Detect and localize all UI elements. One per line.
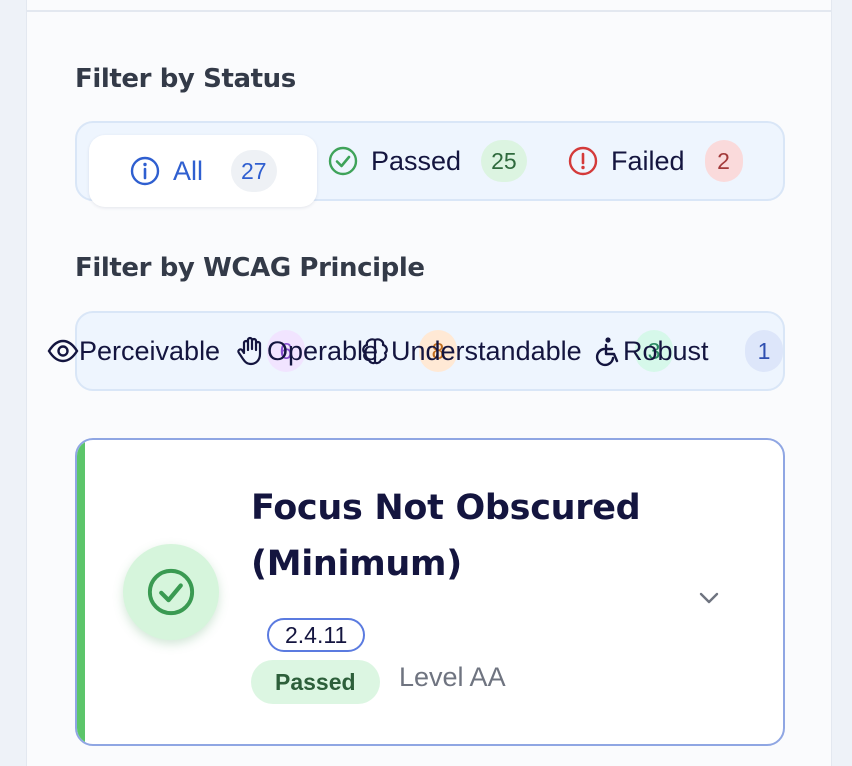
- wcag-filter-perceivable[interactable]: Perceivable: [47, 313, 220, 389]
- card-title: Focus Not Obscured (Minimum): [251, 488, 641, 584]
- wcag-filter-label: Robust: [623, 335, 709, 366]
- accessibility-icon: [591, 335, 623, 367]
- conformance-level: Level AA: [399, 662, 506, 692]
- status-accent-bar: [77, 440, 85, 744]
- status-count-badge: 25: [481, 140, 527, 182]
- check-circle-icon: [327, 145, 359, 177]
- status-count-badge: 27: [231, 150, 277, 192]
- brain-icon: [359, 335, 391, 367]
- info-circle-icon: [129, 155, 161, 187]
- passed-status-indicator: [123, 544, 219, 640]
- status-filter-all[interactable]: All 27: [89, 135, 317, 207]
- wcag-filter-group: 6 8 3 1 Perceivable Operable Understanda…: [47, 311, 785, 391]
- status-filter-label: All: [173, 155, 204, 186]
- wcag-filter-operable[interactable]: Operable: [235, 313, 378, 389]
- status-count-badge: 2: [704, 140, 743, 182]
- check-circle-icon: [145, 566, 197, 618]
- alert-circle-icon: [567, 145, 599, 177]
- wcag-filter-robust[interactable]: Robust: [591, 313, 709, 389]
- status-filter-failed[interactable]: Failed 2: [567, 125, 743, 197]
- status-filter-group: All 27 Passed 25 Failed 2: [75, 121, 785, 207]
- chevron-down-icon[interactable]: [695, 584, 723, 612]
- status-badge: Passed: [251, 660, 380, 704]
- wcag-filter-understandable[interactable]: Understandable: [359, 313, 582, 389]
- status-filter-label: Failed: [611, 145, 685, 176]
- divider: [27, 10, 831, 12]
- status-filter-passed[interactable]: Passed 25: [327, 125, 527, 197]
- wcag-filter-label: Understandable: [391, 335, 582, 366]
- result-card[interactable]: Focus Not Obscured (Minimum) 2.4.11 Pass…: [75, 438, 785, 746]
- wcag-filter-label: Perceivable: [79, 335, 221, 366]
- filter-panel: Filter by Status All 27 Passed 25 Failed…: [26, 0, 832, 766]
- criterion-badge: 2.4.11: [267, 618, 366, 652]
- wcag-count-badge: 1: [745, 330, 783, 372]
- wcag-filter-title: Filter by WCAG Principle: [75, 253, 425, 283]
- eye-icon: [47, 335, 79, 367]
- status-filter-title: Filter by Status: [75, 64, 296, 94]
- status-filter-label: Passed: [371, 145, 462, 176]
- hand-icon: [235, 335, 267, 367]
